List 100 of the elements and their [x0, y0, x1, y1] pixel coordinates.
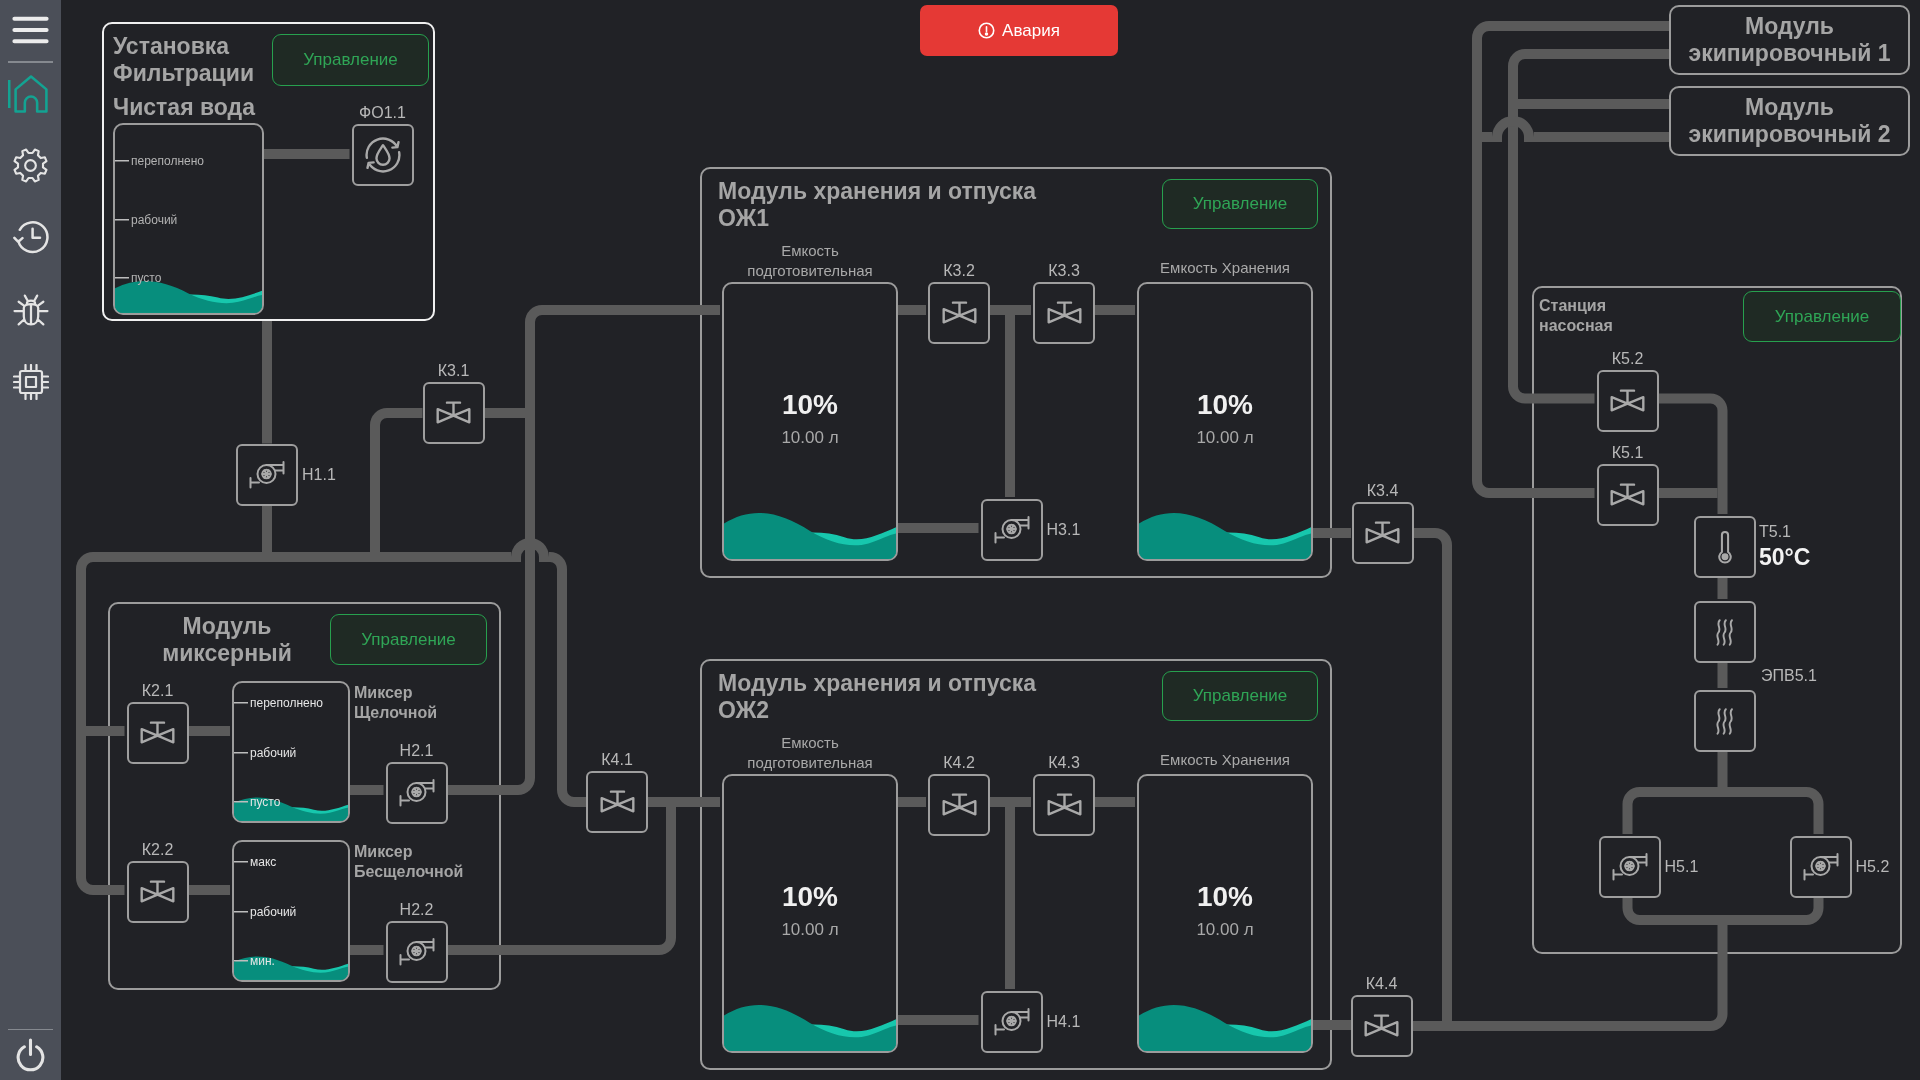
pipe	[896, 797, 926, 807]
device-label: К4.3	[1048, 754, 1080, 772]
module-title: Модуль экипировочный 2	[1687, 94, 1892, 148]
device-label: К3.1	[437, 361, 470, 380]
valve-icon	[1610, 483, 1645, 507]
pump-button[interactable]	[1789, 836, 1852, 898]
fill-percent: 10%	[782, 388, 838, 422]
history-icon	[12, 221, 49, 254]
mixer-name: Миксер Щелочной	[354, 683, 439, 723]
valve-icon	[599, 790, 635, 814]
pump-button[interactable]	[1598, 836, 1661, 898]
pump-icon	[993, 516, 1030, 544]
valve-icon	[1365, 520, 1400, 545]
drop-arrows-icon	[364, 137, 401, 173]
module-title: Установка Фильтрации	[113, 33, 256, 87]
control-button[interactable]: Управление	[272, 34, 429, 86]
device-label: К4.2	[943, 754, 975, 772]
device-label: К5.1	[1611, 444, 1644, 462]
valve-button[interactable]	[1351, 501, 1414, 564]
thermometer-button[interactable]	[1693, 516, 1756, 578]
pump-icon	[993, 1008, 1030, 1036]
tank-title: Чистая вода	[113, 94, 255, 121]
pipe	[1717, 576, 1728, 599]
control-button[interactable]: Управление	[1743, 291, 1901, 342]
device-label: Н1.1	[302, 465, 336, 484]
pump-button[interactable]	[980, 499, 1043, 561]
pump-button[interactable]	[385, 920, 448, 983]
heat-waves-icon	[1714, 618, 1735, 646]
pump-button[interactable]	[980, 991, 1043, 1053]
pump-icon	[1611, 853, 1648, 881]
valve-icon	[140, 880, 175, 904]
fill-volume: 10.00 л	[1196, 920, 1254, 940]
device-label: Н5.1	[1664, 858, 1699, 876]
tank-title: Емкость Хранения	[1160, 750, 1290, 770]
menu-button[interactable]	[10, 15, 51, 45]
module-title: Модуль хранения и отпуска ОЖ1	[718, 178, 1038, 232]
tank-title: Емкость подготовительная	[746, 241, 874, 281]
device-label: К4.1	[601, 751, 633, 769]
device-label: Н3.1	[1046, 521, 1081, 539]
device-label: К3.2	[943, 262, 975, 280]
control-button[interactable]: Управление	[330, 614, 487, 665]
power-icon	[16, 1038, 45, 1072]
pipe	[1311, 1020, 1351, 1030]
pipe	[1093, 797, 1135, 807]
pipe	[1717, 661, 1728, 688]
control-button[interactable]: Управление	[1162, 671, 1318, 721]
filter-button[interactable]	[351, 124, 414, 186]
valve-icon	[1046, 301, 1082, 325]
pipe	[1311, 528, 1351, 538]
valve-icon	[140, 721, 175, 745]
fill-volume: 10.00 л	[781, 428, 839, 448]
heat-waves-icon	[1714, 707, 1735, 735]
level-mark-label: рабочий	[234, 903, 297, 920]
device-label: Н4.1	[1046, 1013, 1081, 1031]
module-title: Станция насосная	[1539, 296, 1614, 336]
valve-button[interactable]	[126, 702, 189, 764]
heater-button[interactable]	[1693, 690, 1756, 752]
fill-volume: 10.00 л	[781, 920, 839, 940]
device-label: Н5.2	[1855, 858, 1890, 876]
device-label: К5.2	[1611, 349, 1644, 368]
module-title: Модуль хранения и отпуска ОЖ2	[718, 670, 1038, 724]
valve-button[interactable]	[1033, 774, 1095, 836]
temperature-reading: 50°C	[1759, 544, 1811, 570]
valve-button[interactable]	[928, 774, 990, 836]
module-title: Модуль миксерный	[161, 613, 293, 667]
device-label: К3.3	[1048, 262, 1080, 280]
pump-button[interactable]	[385, 761, 448, 824]
heater-button[interactable]	[1693, 601, 1756, 663]
tank-title: Емкость подготовительная	[746, 733, 874, 773]
valve-button[interactable]	[586, 771, 648, 833]
settings-icon	[12, 147, 49, 184]
device-label: Н2.1	[399, 741, 434, 760]
tank-title: Емкость Хранения	[1160, 258, 1290, 278]
device-label: ФО1.1	[359, 104, 406, 122]
alert-icon	[978, 22, 996, 39]
pipe	[1093, 305, 1135, 315]
control-button[interactable]: Управление	[1162, 179, 1318, 229]
pump-icon	[1802, 853, 1839, 881]
valve-button[interactable]	[422, 381, 485, 444]
chip-icon	[12, 363, 49, 400]
valve-icon	[1046, 793, 1082, 817]
valve-icon	[941, 301, 977, 325]
fill-percent: 10%	[1197, 388, 1253, 422]
valve-button[interactable]	[928, 282, 990, 344]
valve-button[interactable]	[1596, 369, 1659, 432]
valve-button[interactable]	[1350, 995, 1413, 1057]
menu-icon	[12, 16, 49, 44]
pipe	[348, 945, 384, 955]
alarm-button[interactable]: Авария	[920, 5, 1118, 56]
valve-button[interactable]	[126, 861, 189, 923]
pump-button[interactable]	[236, 443, 298, 506]
valve-button[interactable]	[1033, 282, 1095, 344]
valve-icon	[941, 793, 977, 817]
valve-icon	[1364, 1014, 1399, 1038]
level-mark-label: рабочий	[234, 744, 297, 761]
fill-volume: 10.00 л	[1196, 428, 1254, 448]
thermometer-icon	[1717, 530, 1732, 564]
fill-percent: 10%	[782, 880, 838, 914]
level-mark-label: рабочий	[115, 211, 178, 228]
valve-button[interactable]	[1596, 464, 1659, 526]
